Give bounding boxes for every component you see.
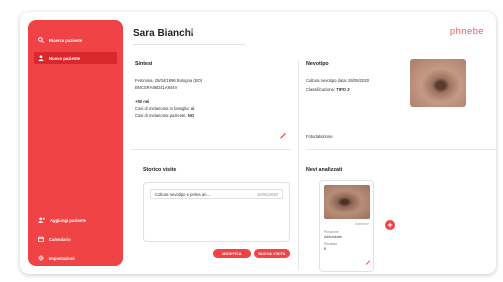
sidebar-item-label: Aggiungi paziente: [50, 217, 87, 223]
column-divider: [298, 60, 299, 270]
nevi-analizzati-title: Nevi analizzati: [306, 167, 343, 173]
visit-description: Coltura nevotipo e prima an...: [155, 191, 210, 197]
classification-label: Classificazione:: [306, 87, 336, 92]
mole-card[interactable]: Anteriore Posizione Addominale Risultato…: [319, 180, 374, 272]
family-melanoma-label: Casi di melanoma in famiglia:: [135, 106, 190, 111]
visit-row[interactable]: Coltura nevotipo e prima an... 26/05/202…: [150, 189, 283, 199]
sintesi-title: Sintesi: [135, 61, 153, 67]
patient-name: Sara Bianchi: [133, 28, 194, 39]
calendar-icon: [38, 236, 44, 242]
gear-icon: [38, 255, 44, 261]
sidebar-item-label: Impostazioni: [49, 255, 75, 261]
nuova-visita-button[interactable]: NUOVA VISITA: [254, 249, 290, 258]
sidebar-item-aggiungi-paziente[interactable]: Aggiungi paziente: [34, 214, 117, 226]
mole-position-label: Posizione: [324, 230, 339, 234]
mole-position-value: Addominale: [324, 235, 342, 239]
app-window: Ricerca paziente Nuovo paziente Aggiungi…: [20, 12, 496, 274]
sidebar-item-label: Ricerca paziente: [49, 37, 83, 43]
storico-visite-title: Storico visite: [143, 167, 177, 173]
app-logo: phnebe: [449, 26, 484, 37]
patient-info: Femmina, 25/04/1996 Bologna (BO): [135, 78, 203, 83]
mole-result-value: B: [324, 247, 327, 251]
nevotipo-date: Cultura nevotipo data: 26/05/2020: [306, 78, 370, 83]
nevotipo-classification: Classificazione: TIPO 3: [306, 87, 350, 92]
search-icon: [38, 37, 44, 43]
sintesi-divider: [131, 149, 291, 150]
mole-side-label: Anteriore: [355, 222, 369, 226]
edit-mole-pencil-icon[interactable]: [365, 259, 371, 265]
patient-melanoma-value: NO: [187, 113, 195, 118]
sidebar-item-ricerca-paziente[interactable]: Ricerca paziente: [34, 34, 117, 46]
sidebar-item-label: Calendario: [49, 236, 71, 242]
sidebar: Ricerca paziente Nuovo paziente Aggiungi…: [28, 20, 123, 266]
title-divider: [133, 44, 245, 45]
classification-value: TIPO 3: [336, 87, 350, 92]
visit-date: 26/05/2020: [257, 191, 278, 197]
edit-sintesi-pencil-icon[interactable]: [279, 131, 287, 139]
sidebar-item-nuovo-paziente[interactable]: Nuovo paziente: [34, 52, 117, 64]
nevi-count: +50 nei: [135, 99, 150, 104]
close-patient-button[interactable]: ×: [189, 27, 194, 37]
modifica-button[interactable]: MODIFICA: [213, 249, 251, 258]
mole-photo: [324, 185, 370, 219]
sidebar-item-impostazioni[interactable]: Impostazioni: [34, 252, 117, 264]
family-melanoma: Casi di melanoma in famiglia: sì: [135, 106, 194, 111]
mole-result-label: Risultato: [324, 242, 338, 246]
visit-history-box: Coltura nevotipo e prima an... 26/05/202…: [143, 182, 290, 242]
nevotipo-photo[interactable]: [410, 59, 466, 107]
user-icon: [38, 55, 44, 61]
sidebar-item-label: Nuovo paziente: [49, 55, 80, 61]
nevotipo-title: Nevotipo: [306, 61, 329, 67]
main-content: Sara Bianchi × phnebe Sintesi Femmina, 2…: [123, 12, 496, 274]
fotodatazione-link[interactable]: Fotodatazione: [306, 134, 333, 139]
patient-melanoma: Casi di melanoma paziente: NO: [135, 113, 194, 118]
patient-fiscal-code: BNCSRA96D41A944V: [135, 85, 178, 90]
add-mole-button[interactable]: +: [385, 220, 395, 230]
sidebar-item-calendario[interactable]: Calendario: [34, 233, 117, 245]
patient-melanoma-label: Casi di melanoma paziente:: [135, 113, 187, 118]
add-user-icon: [38, 217, 45, 223]
family-melanoma-value: sì: [190, 106, 195, 111]
nevotipo-divider: [306, 149, 496, 150]
